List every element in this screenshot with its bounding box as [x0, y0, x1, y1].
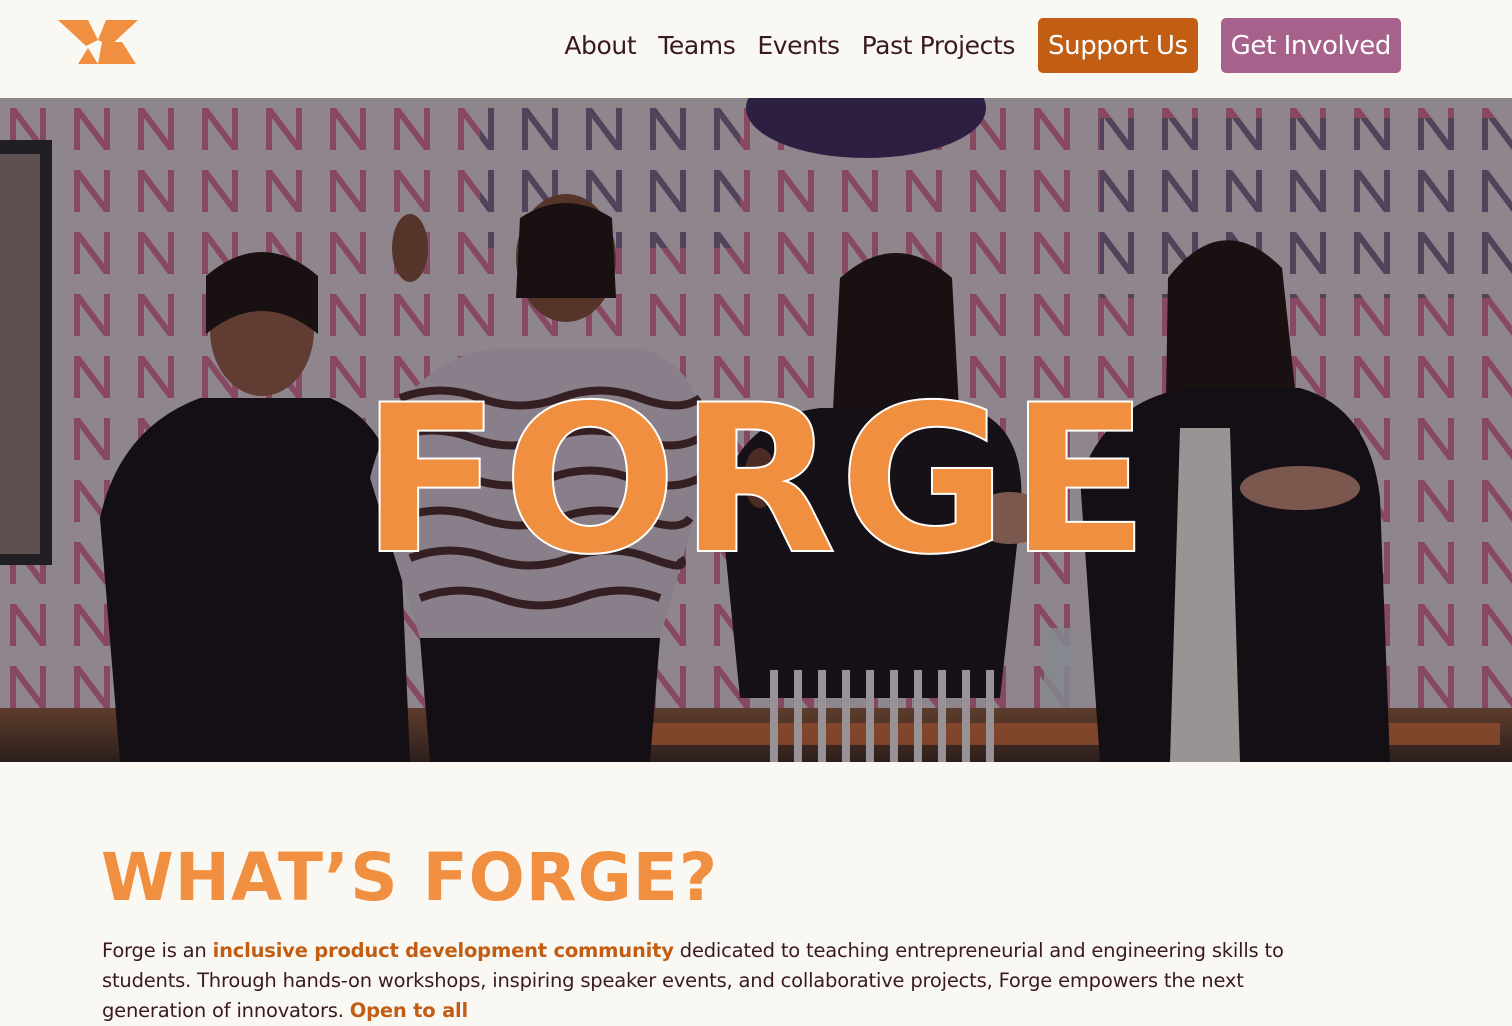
- nav-link-teams[interactable]: Teams: [658, 31, 736, 60]
- hero-banner: FORGE: [0, 98, 1512, 762]
- support-us-button[interactable]: Support Us: [1038, 18, 1198, 73]
- forge-logo-icon[interactable]: [58, 20, 138, 64]
- hero-title: FORGE: [360, 362, 1152, 601]
- get-involved-button[interactable]: Get Involved: [1220, 18, 1401, 73]
- top-navigation: About Teams Events Past Projects Support…: [0, 0, 1512, 98]
- nav-link-events[interactable]: Events: [757, 31, 840, 60]
- about-highlight-open: Open to all: [349, 999, 469, 1022]
- about-heading: WHAT’S FORGE?: [101, 839, 719, 916]
- nav-links: About Teams Events Past Projects Support…: [542, 18, 1401, 73]
- nav-link-past-projects[interactable]: Past Projects: [862, 31, 1016, 60]
- about-paragraph: Forge is an inclusive product developmen…: [102, 936, 1342, 1026]
- nav-link-about[interactable]: About: [564, 31, 636, 60]
- about-highlight-community: inclusive product development community: [212, 939, 674, 962]
- about-intro-1: Forge is an: [102, 939, 213, 962]
